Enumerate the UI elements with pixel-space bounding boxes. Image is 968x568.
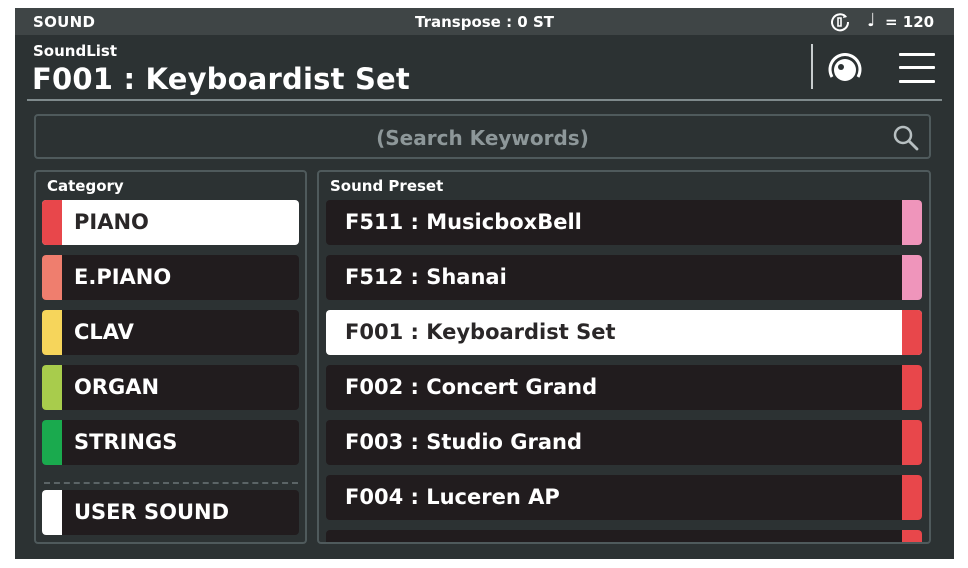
preset-category-stripe (902, 475, 922, 520)
preset-category-stripe (902, 200, 922, 245)
soundlist-label: SoundList (33, 42, 118, 60)
category-divider (44, 482, 298, 484)
header-separator (811, 44, 813, 89)
status-bar: SOUND Transpose : 0 ST ♩ = 120 (15, 8, 954, 35)
category-item-piano[interactable]: PIANO (42, 200, 299, 245)
preset-label: F004 : Luceren AP (345, 485, 560, 509)
preset-category-stripe (902, 420, 922, 465)
preset-label: F001 : Keyboardist Set (345, 320, 616, 344)
current-sound-title: F001 : Keyboardist Set (32, 62, 410, 96)
category-label: ORGAN (74, 375, 160, 399)
category-color-swatch (42, 420, 62, 465)
quarter-note-icon: ♩ (867, 10, 876, 31)
category-item-strings[interactable]: STRINGS (42, 420, 299, 465)
search-input[interactable]: (Search Keywords) (34, 114, 931, 159)
preset-category-stripe (902, 255, 922, 300)
preset-category-stripe (902, 365, 922, 410)
category-color-swatch (42, 255, 62, 300)
sound-preset-title: Sound Preset (330, 177, 444, 195)
metronome-icon (831, 13, 850, 32)
header-divider (27, 99, 942, 101)
transpose-status: Transpose : 0 ST (415, 13, 554, 31)
preset-item[interactable]: F003 : Studio Grand (326, 420, 922, 465)
category-label: USER SOUND (74, 500, 230, 524)
category-panel: Category PIANO E.PIANO CLAV ORGAN STRING… (34, 170, 307, 544)
category-label: STRINGS (74, 430, 178, 454)
preset-label: F003 : Studio Grand (345, 430, 583, 454)
category-item-user-sound[interactable]: USER SOUND (42, 490, 299, 535)
category-color-swatch (42, 310, 62, 355)
preset-label: F002 : Concert Grand (345, 375, 598, 399)
category-label: E.PIANO (74, 265, 172, 289)
category-label: CLAV (74, 320, 134, 344)
category-title: Category (47, 177, 124, 195)
preset-category-stripe (902, 530, 922, 542)
category-label: PIANO (74, 210, 149, 234)
preset-label: F511 : MusicboxBell (345, 210, 582, 234)
sound-preset-panel: Sound Preset F511 : MusicboxBell F512 : … (317, 170, 931, 544)
preset-item[interactable]: F002 : Concert Grand (326, 365, 922, 410)
search-icon[interactable] (892, 124, 920, 152)
preset-item[interactable]: F004 : Luceren AP (326, 475, 922, 520)
knob-icon[interactable] (826, 50, 864, 88)
category-color-swatch (42, 200, 62, 245)
preset-label: F512 : Shanai (345, 265, 507, 289)
tempo-value[interactable]: = 120 (885, 13, 934, 31)
category-item-organ[interactable]: ORGAN (42, 365, 299, 410)
category-item-clav[interactable]: CLAV (42, 310, 299, 355)
preset-item[interactable]: F511 : MusicboxBell (326, 200, 922, 245)
category-color-swatch (42, 490, 62, 535)
category-color-swatch (42, 365, 62, 410)
preset-item[interactable]: F512 : Shanai (326, 255, 922, 300)
preset-category-stripe (902, 310, 922, 355)
sound-screen: SOUND Transpose : 0 ST ♩ = 120 SoundList… (15, 8, 954, 559)
hamburger-menu-icon[interactable] (899, 52, 935, 84)
category-item-epiano[interactable]: E.PIANO (42, 255, 299, 300)
search-placeholder: (Search Keywords) (376, 126, 589, 150)
preset-item-partial[interactable] (326, 530, 922, 542)
preset-item-selected[interactable]: F001 : Keyboardist Set (326, 310, 922, 355)
